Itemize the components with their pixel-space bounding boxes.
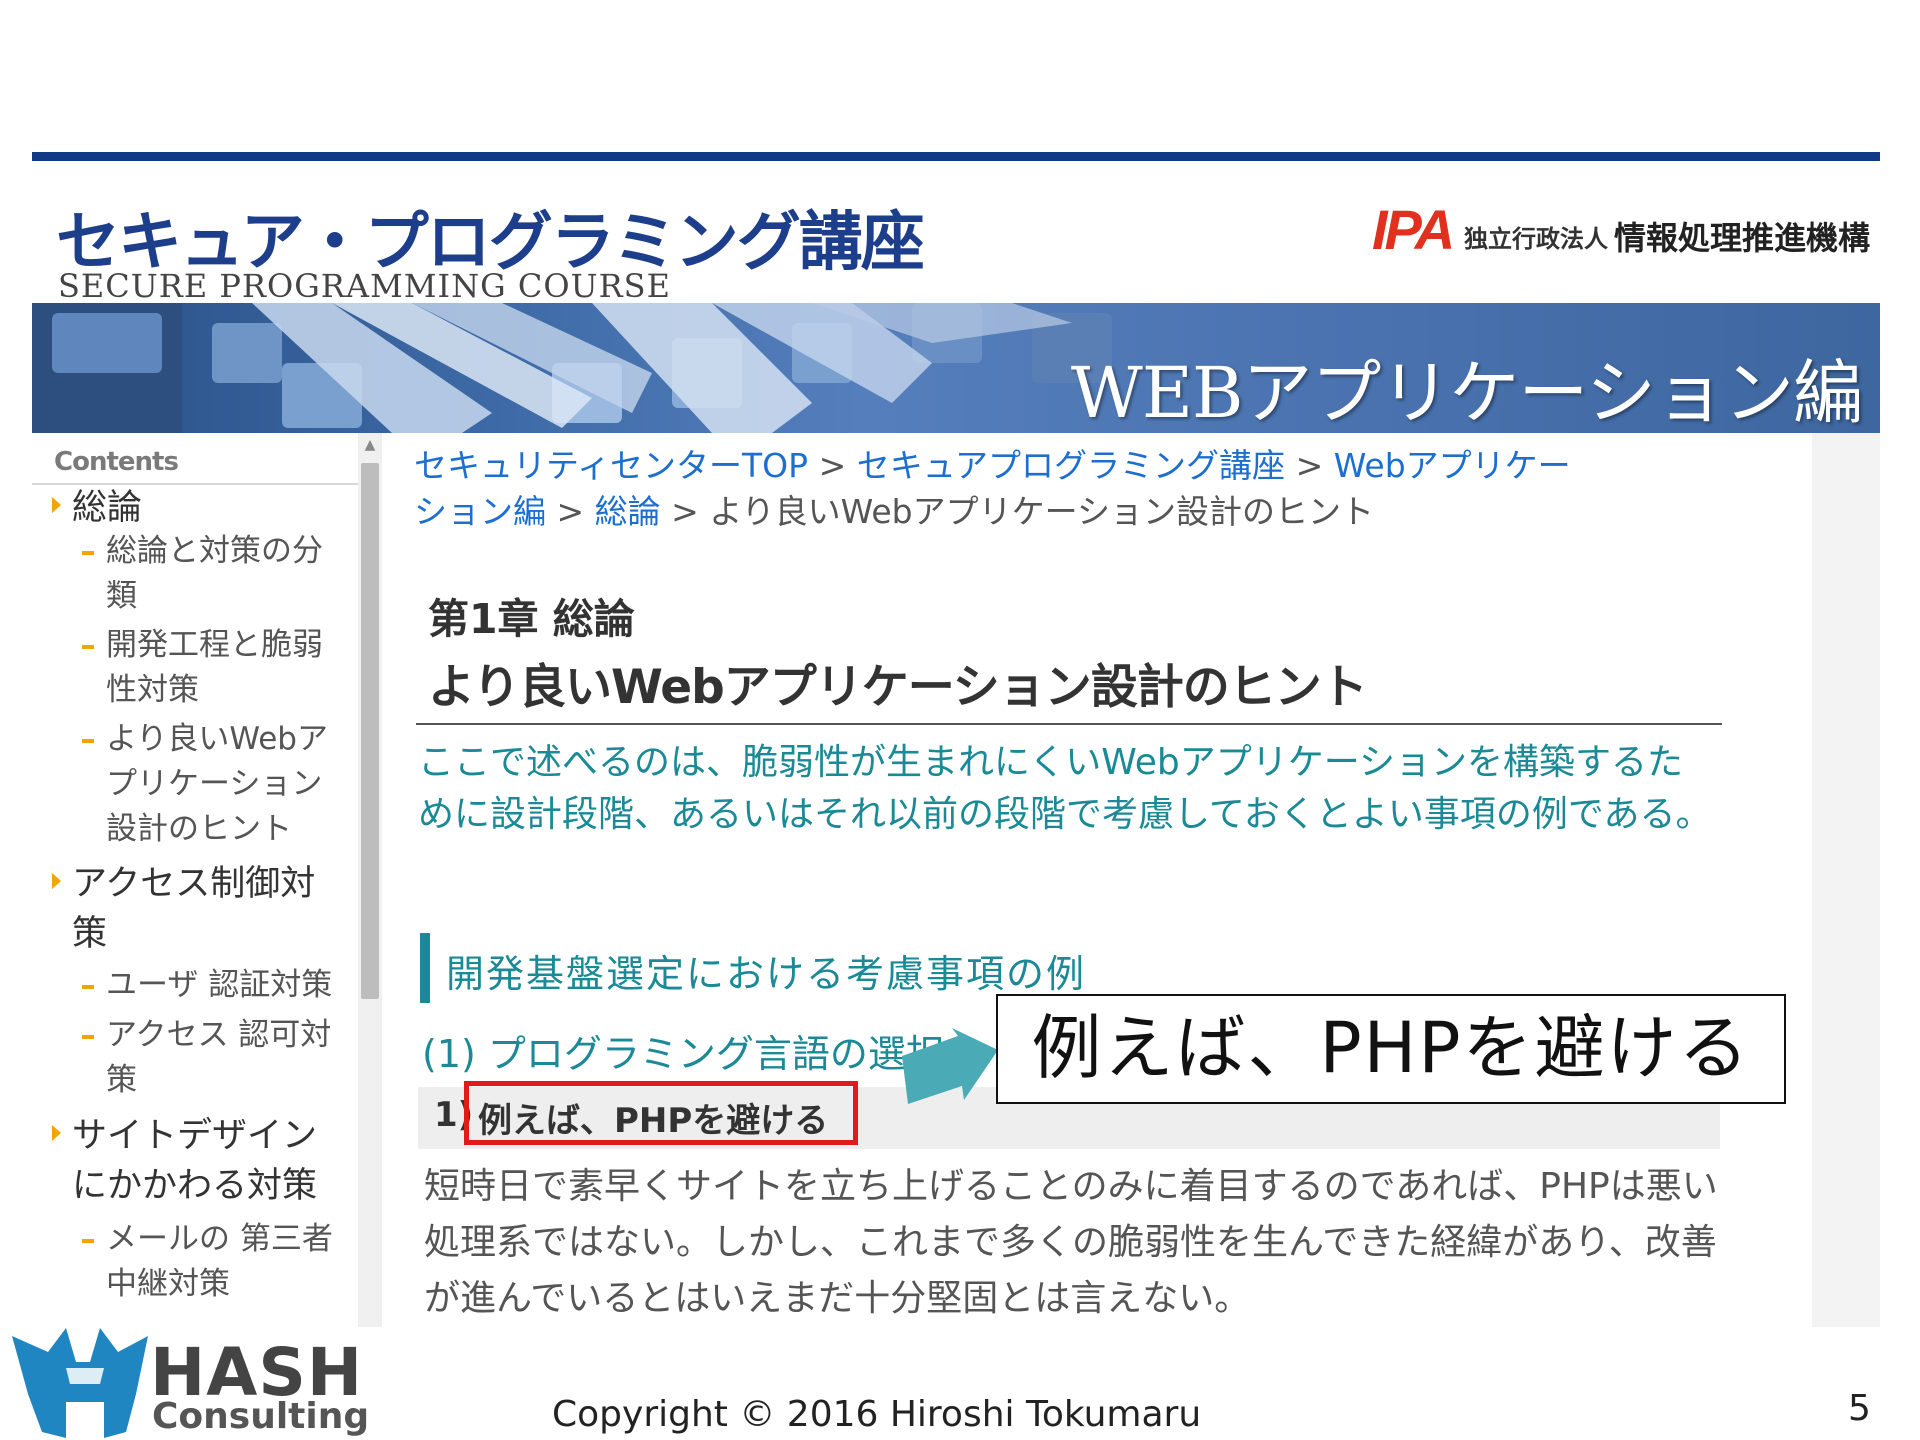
sidebar-item-label: 総論と対策の分類 [106, 533, 323, 614]
site-header: セキュア・プログラミング講座 SECURE PROGRAMMING COURSE… [32, 161, 1880, 305]
sidebar-item-design-hints[interactable]: より良いWebアプリケーション設計のヒント [82, 717, 346, 852]
dash-marker-icon [82, 1239, 94, 1243]
copyright: Copyright © 2016 Hiroshi Tokumaru [552, 1394, 1202, 1435]
arrow-marker-icon [52, 873, 61, 889]
sidebar-section-overview[interactable]: 総論 [52, 483, 342, 533]
breadcrumb-separator: > [671, 492, 699, 531]
ipa-logo[interactable]: IPA [1372, 197, 1455, 262]
sidebar-item-mail-relay[interactable]: メールの 第三者中継対策 [82, 1217, 346, 1307]
breadcrumb-separator: > [556, 492, 585, 531]
sidebar-item-label: メールの 第三者中継対策 [106, 1221, 333, 1302]
page-title: より良いWebアプリケーション設計のヒント [428, 660, 1368, 715]
top-rule [32, 152, 1880, 161]
section-accent-bar [420, 933, 430, 1003]
arrow-marker-icon [52, 497, 61, 513]
sidebar-item-label: 開発工程と脆弱性対策 [106, 627, 323, 708]
banner: WEBアプリケーション編 [32, 303, 1880, 433]
dash-marker-icon [82, 1035, 94, 1039]
logo-subtext: Consulting [152, 1396, 370, 1437]
arrow-marker-icon [52, 1125, 61, 1141]
page-number: 5 [1848, 1388, 1871, 1429]
right-gutter [1812, 433, 1880, 1327]
breadcrumb-separator: > [1295, 446, 1324, 485]
sidebar-item-label: ユーザ 認証対策 [106, 967, 333, 1003]
title-divider [416, 723, 1722, 725]
sidebar-section-label: サイトデザインにかかわる対策 [72, 1116, 318, 1206]
sidebar-item-process[interactable]: 開発工程と脆弱性対策 [82, 623, 346, 713]
banner-title: WEBアプリケーション編 [1070, 352, 1863, 433]
breadcrumb: セキュリティセンターTOP > セキュアプログラミング講座 > Webアプリケー… [414, 443, 1584, 535]
sidebar-item-classification[interactable]: 総論と対策の分類 [82, 529, 346, 619]
contents-label: Contents [54, 447, 179, 477]
sidebar-item-authorization[interactable]: アクセス 認可対策 [82, 1013, 346, 1103]
sidebar-item-authentication[interactable]: ユーザ 認証対策 [82, 963, 346, 1008]
course-subtitle: SECURE PROGRAMMING COURSE [58, 267, 671, 305]
breadcrumb-separator: > [818, 446, 847, 485]
scrollbar-thumb[interactable] [361, 463, 379, 999]
ipa-org-name: 情報処理推進機構 [1614, 219, 1871, 257]
breadcrumb-link-course[interactable]: セキュアプログラミング講座 [857, 446, 1285, 485]
dash-marker-icon [82, 985, 94, 989]
ipa-org-type: 独立行政法人 [1464, 225, 1608, 253]
intro-paragraph: ここで述べるのは、脆弱性が生まれにくいWebアプリケーションを構築するために設計… [418, 742, 1712, 835]
callout-arrow-icon [902, 1028, 998, 1104]
sidebar-item-label: より良いWebアプリケーション設計のヒント [106, 721, 328, 847]
chapter-title: 第1章 総論 [428, 595, 635, 643]
sub-heading: (1) プログラミング言語の選択 [422, 1032, 944, 1076]
breadcrumb-link-top[interactable]: セキュリティセンターTOP [414, 446, 808, 485]
body-paragraph: 短時日で素早くサイトを立ち上げることのみに着目するのであれば、PHPは悪い処理系… [424, 1166, 1718, 1319]
dash-marker-icon [82, 739, 94, 743]
callout-box: 例えば、PHPを避ける [996, 994, 1786, 1104]
main-content: セキュリティセンターTOP > セキュアプログラミング講座 > Webアプリケー… [382, 433, 1812, 1327]
breadcrumb-current: より良いWebアプリケーション設計のヒント [709, 492, 1374, 531]
highlight-box [464, 1081, 858, 1145]
dash-marker-icon [82, 645, 94, 649]
scroll-up-icon[interactable]: ▲ [358, 437, 382, 457]
breadcrumb-link-overview[interactable]: 総論 [595, 492, 661, 531]
sidebar-section-site-design[interactable]: サイトデザインにかかわる対策 [52, 1111, 342, 1211]
dash-marker-icon [82, 551, 94, 555]
section-heading: 開発基盤選定における考慮事項の例 [446, 952, 1087, 996]
sidebar: Contents 総論 総論と対策の分類 開発工程と脆弱性対策 より良いWebア… [32, 433, 382, 1327]
website-screenshot: セキュア・プログラミング講座 SECURE PROGRAMMING COURSE… [32, 152, 1880, 1327]
sidebar-section-label: 総論 [72, 488, 143, 528]
sidebar-item-label: アクセス 認可対策 [106, 1017, 332, 1098]
sidebar-section-access-control[interactable]: アクセス制御対策 [52, 859, 342, 959]
sidebar-section-label: アクセス制御対策 [72, 864, 316, 954]
